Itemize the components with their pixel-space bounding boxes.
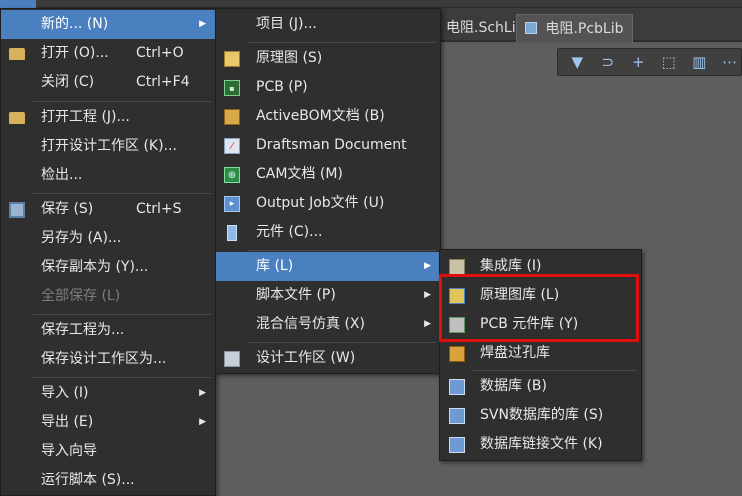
bom-doc-icon — [224, 109, 240, 125]
menu-separator — [33, 101, 211, 102]
menu-item-save[interactable]: 保存 (S) Ctrl+S — [1, 195, 215, 224]
select-rect-icon[interactable]: ⬚ — [658, 51, 681, 73]
menu-item-mixed-sim[interactable]: 混合信号仿真 (X) ▶ — [216, 310, 440, 339]
folder-open-icon — [9, 48, 25, 60]
menu-separator — [33, 377, 211, 378]
filter-icon[interactable]: ▼ — [566, 51, 589, 73]
menu-item-run-script[interactable]: 运行脚本 (S)... — [1, 466, 215, 495]
menu-item-padvia-lib[interactable]: 焊盘过孔库 — [440, 339, 641, 368]
schematic-library-icon — [449, 288, 465, 304]
workspace-icon — [224, 351, 240, 367]
submenu-arrow-icon: ▶ — [424, 261, 431, 271]
menu-item-pcb[interactable]: ▪ PCB (P) — [216, 73, 440, 102]
submenu-arrow-icon: ▶ — [199, 19, 206, 29]
menu-separator — [248, 250, 436, 251]
pcb-active-toolbar: ▼ ⊃ + ⬚ ▥ ⋯ — [557, 48, 742, 76]
pcblib-doc-icon — [525, 22, 537, 34]
menu-item-save-as[interactable]: 另存为 (A)... — [1, 224, 215, 253]
menu-item-close[interactable]: 关闭 (C) Ctrl+F4 — [1, 68, 215, 97]
menu-item-open[interactable]: 打开 (O)... Ctrl+O — [1, 39, 215, 68]
chart-icon[interactable]: ▥ — [688, 51, 711, 73]
library-submenu: 集成库 (I) 原理图库 (L) PCB 元件库 (Y) 焊盘过孔库 数据库 (… — [439, 249, 642, 461]
menu-item-open-project[interactable]: 打开工程 (J)... — [1, 103, 215, 132]
menu-item-import[interactable]: 导入 (I) ▶ — [1, 379, 215, 408]
integrated-library-icon — [449, 259, 465, 275]
crosshair-icon[interactable]: + — [627, 51, 650, 73]
menu-bar — [0, 0, 742, 8]
submenu-arrow-icon: ▶ — [199, 388, 206, 398]
menu-item-library[interactable]: 库 (L) ▶ — [216, 252, 440, 281]
menu-item-schematic[interactable]: 原理图 (S) — [216, 44, 440, 73]
folder-open-icon — [9, 112, 25, 124]
tab-pcblib[interactable]: 电阻.PcbLib — [516, 14, 633, 42]
menu-separator — [248, 42, 436, 43]
menu-separator — [472, 370, 637, 371]
menu-item-pcblib[interactable]: PCB 元件库 (Y) — [440, 310, 641, 339]
draftsman-doc-icon: ⁄ — [224, 138, 240, 154]
file-menu: 新的... (N) ▶ 打开 (O)... Ctrl+O 关闭 (C) Ctrl… — [0, 8, 216, 496]
menu-item-schlib[interactable]: 原理图库 (L) — [440, 281, 641, 310]
menu-separator — [248, 342, 436, 343]
submenu-arrow-icon: ▶ — [424, 290, 431, 300]
submenu-arrow-icon: ▶ — [424, 319, 431, 329]
menu-item-script[interactable]: 脚本文件 (P) ▶ — [216, 281, 440, 310]
menu-item-export[interactable]: 导出 (E) ▶ — [1, 408, 215, 437]
menu-item-integrated-lib[interactable]: 集成库 (I) — [440, 252, 641, 281]
menu-item-svn-database-lib[interactable]: SVN数据库的库 (S) — [440, 401, 641, 430]
menu-item-output-job[interactable]: ▸ Output Job文件 (U) — [216, 189, 440, 218]
save-icon — [9, 202, 25, 218]
pcb-library-icon — [449, 317, 465, 333]
route-icon[interactable]: ⊃ — [597, 51, 620, 73]
menu-item-save-workspace-as[interactable]: 保存设计工作区为... — [1, 345, 215, 374]
menu-separator — [33, 193, 211, 194]
menu-item-cam[interactable]: ⊕ CAM文档 (M) — [216, 160, 440, 189]
new-submenu: 项目 (J)... 原理图 (S) ▪ PCB (P) ActiveBOM文档 … — [215, 8, 441, 374]
database-link-icon — [449, 437, 465, 453]
menu-item-draftsman[interactable]: ⁄ Draftsman Document — [216, 131, 440, 160]
output-job-icon: ▸ — [224, 196, 240, 212]
menu-item-activebom[interactable]: ActiveBOM文档 (B) — [216, 102, 440, 131]
menu-separator — [33, 314, 211, 315]
component-icon — [227, 225, 237, 241]
pad-via-library-icon — [449, 346, 465, 362]
cam-doc-icon: ⊕ — [224, 167, 240, 183]
menu-item-save-project-as[interactable]: 保存工程为... — [1, 316, 215, 345]
menu-item-new[interactable]: 新的... (N) ▶ — [1, 10, 215, 39]
menu-file-active[interactable] — [0, 0, 36, 8]
menu-item-database-lib[interactable]: 数据库 (B) — [440, 372, 641, 401]
database-icon — [449, 379, 465, 395]
document-tab-bar: 电阻.SchLib 电阻.PcbLib — [430, 8, 742, 42]
schematic-doc-icon — [224, 51, 240, 67]
submenu-arrow-icon: ▶ — [199, 417, 206, 427]
menu-item-import-wizard[interactable]: 导入向导 — [1, 437, 215, 466]
menu-item-open-workspace[interactable]: 打开设计工作区 (K)... — [1, 132, 215, 161]
more-icon[interactable]: ⋯ — [719, 51, 742, 73]
menu-item-checkout[interactable]: 检出... — [1, 161, 215, 190]
menu-item-project[interactable]: 项目 (J)... — [216, 10, 440, 39]
menu-item-save-all: 全部保存 (L) — [41, 288, 121, 304]
svn-database-icon — [449, 408, 465, 424]
menu-item-component[interactable]: 元件 (C)... — [216, 218, 440, 247]
menu-item-db-link[interactable]: 数据库链接文件 (K) — [440, 430, 641, 459]
menu-item-workspace[interactable]: 设计工作区 (W) — [216, 344, 440, 373]
pcb-doc-icon: ▪ — [224, 80, 240, 96]
menu-item-save-copy[interactable]: 保存副本为 (Y)... — [1, 253, 215, 282]
